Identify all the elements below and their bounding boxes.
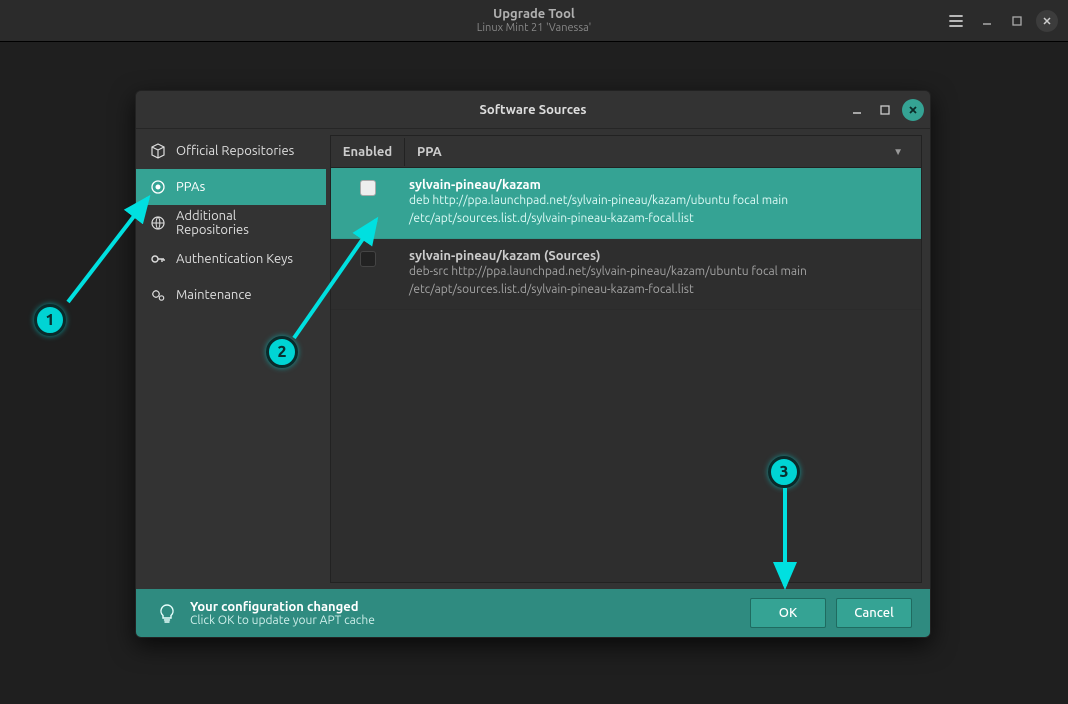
table-body: sylvain-pineau/kazam deb http://ppa.laun… xyxy=(331,168,921,582)
footer-subtitle: Click OK to update your APT cache xyxy=(190,614,740,627)
ppa-list-file: /etc/apt/sources.list.d/sylvain-pineau-k… xyxy=(409,281,909,299)
ppa-table: Enabled PPA ▼ sylvain-pineau/kazam deb h… xyxy=(330,135,922,583)
cell-ppa: sylvain-pineau/kazam deb http://ppa.laun… xyxy=(405,168,921,238)
ok-button[interactable]: OK xyxy=(750,598,826,628)
dialog-minimize-icon[interactable] xyxy=(846,99,868,121)
cell-ppa: sylvain-pineau/kazam (Sources) deb-src h… xyxy=(405,239,921,309)
sidebar-item-label: Additional Repositories xyxy=(176,209,312,237)
gears-icon xyxy=(150,287,166,303)
dialog-close-icon[interactable] xyxy=(902,99,924,121)
table-row[interactable]: sylvain-pineau/kazam deb http://ppa.laun… xyxy=(331,168,921,239)
footer-text: Your configuration changed Click OK to u… xyxy=(190,600,740,627)
key-icon xyxy=(150,251,166,267)
lightbulb-icon xyxy=(154,600,180,626)
footer-title: Your configuration changed xyxy=(190,600,740,614)
globe-icon xyxy=(150,215,166,231)
ppa-list-file: /etc/apt/sources.list.d/sylvain-pineau-k… xyxy=(409,210,909,228)
software-sources-dialog: Software Sources Official Repositories P… xyxy=(135,90,931,638)
annotation-callout-3: 3 xyxy=(768,456,800,488)
dialog-window-controls xyxy=(846,91,924,129)
sidebar-item-label: Official Repositories xyxy=(176,144,294,158)
table-row[interactable]: sylvain-pineau/kazam (Sources) deb-src h… xyxy=(331,239,921,310)
ppa-name: sylvain-pineau/kazam xyxy=(409,178,909,192)
cell-enabled xyxy=(331,168,405,196)
minimize-icon[interactable] xyxy=(976,10,998,32)
dialog-titlebar: Software Sources xyxy=(136,91,930,129)
cube-icon xyxy=(150,143,166,159)
sidebar-item-official-repositories[interactable]: Official Repositories xyxy=(136,133,326,169)
outer-titlebar: Upgrade Tool Linux Mint 21 'Vanessa' xyxy=(0,0,1068,42)
sidebar: Official Repositories PPAs Additional Re… xyxy=(136,129,326,589)
column-header-ppa-label: PPA xyxy=(417,145,442,159)
sidebar-item-authentication-keys[interactable]: Authentication Keys xyxy=(136,241,326,277)
dialog-body: Official Repositories PPAs Additional Re… xyxy=(136,129,930,589)
outer-window-controls xyxy=(944,0,1058,42)
sort-descending-icon: ▼ xyxy=(893,146,903,158)
close-icon[interactable] xyxy=(1036,10,1058,32)
column-header-ppa[interactable]: PPA ▼ xyxy=(405,138,921,166)
dialog-maximize-icon[interactable] xyxy=(874,99,896,121)
outer-title-block: Upgrade Tool Linux Mint 21 'Vanessa' xyxy=(477,7,591,34)
annotation-callout-2: 2 xyxy=(266,336,298,368)
outer-window-subtitle: Linux Mint 21 'Vanessa' xyxy=(477,22,591,34)
sidebar-item-maintenance[interactable]: Maintenance xyxy=(136,277,326,313)
menu-icon[interactable] xyxy=(944,9,968,33)
target-icon xyxy=(150,179,166,195)
cell-enabled xyxy=(331,239,405,267)
sidebar-item-ppas[interactable]: PPAs xyxy=(136,169,326,205)
maximize-icon[interactable] xyxy=(1006,10,1028,32)
ppa-name: sylvain-pineau/kazam (Sources) xyxy=(409,249,909,263)
outer-window-title: Upgrade Tool xyxy=(477,7,591,21)
sidebar-item-label: PPAs xyxy=(176,180,205,194)
footer-buttons: OK Cancel xyxy=(750,598,912,628)
ppa-deb-line: deb http://ppa.launchpad.net/sylvain-pin… xyxy=(409,192,909,210)
sidebar-item-additional-repositories[interactable]: Additional Repositories xyxy=(136,205,326,241)
dialog-footer: Your configuration changed Click OK to u… xyxy=(136,589,930,637)
table-header: Enabled PPA ▼ xyxy=(331,136,921,168)
sidebar-item-label: Maintenance xyxy=(176,288,252,302)
column-header-enabled[interactable]: Enabled xyxy=(331,138,405,166)
cancel-button[interactable]: Cancel xyxy=(836,598,912,628)
annotation-callout-1: 1 xyxy=(34,304,66,336)
ppa-deb-line: deb-src http://ppa.launchpad.net/sylvain… xyxy=(409,263,909,281)
enabled-checkbox[interactable] xyxy=(360,180,376,196)
dialog-title: Software Sources xyxy=(479,103,586,117)
sidebar-item-label: Authentication Keys xyxy=(176,252,293,266)
enabled-checkbox[interactable] xyxy=(360,251,376,267)
